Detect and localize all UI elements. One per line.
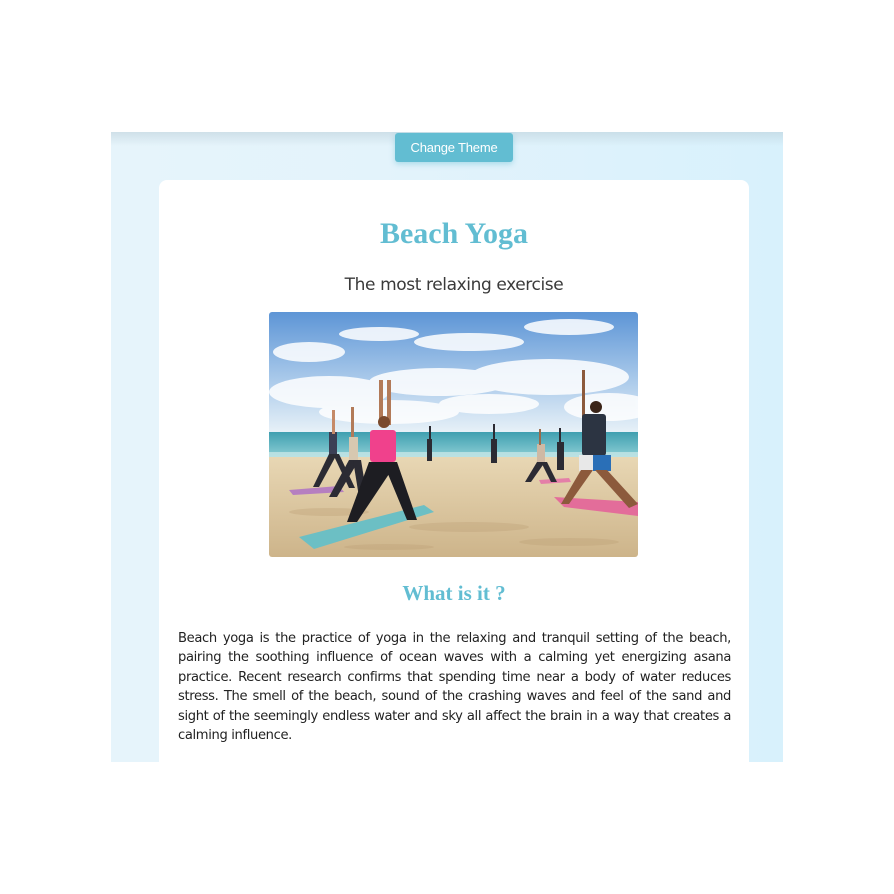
page-viewport: Change Theme Beach Yoga The most relaxin… bbox=[111, 132, 783, 762]
content-card: Beach Yoga The most relaxing exercise Wh… bbox=[159, 180, 749, 762]
page-title: Beach Yoga bbox=[379, 217, 529, 250]
page-subtitle: The most relaxing exercise bbox=[344, 275, 564, 295]
beach-yoga-photo bbox=[269, 312, 638, 557]
section-heading: What is it ? bbox=[402, 581, 506, 605]
section-body-text: Beach yoga is the practice of yoga in th… bbox=[178, 631, 731, 744]
change-theme-button[interactable]: Change Theme bbox=[395, 133, 513, 162]
beach-yoga-illustration bbox=[269, 312, 638, 557]
